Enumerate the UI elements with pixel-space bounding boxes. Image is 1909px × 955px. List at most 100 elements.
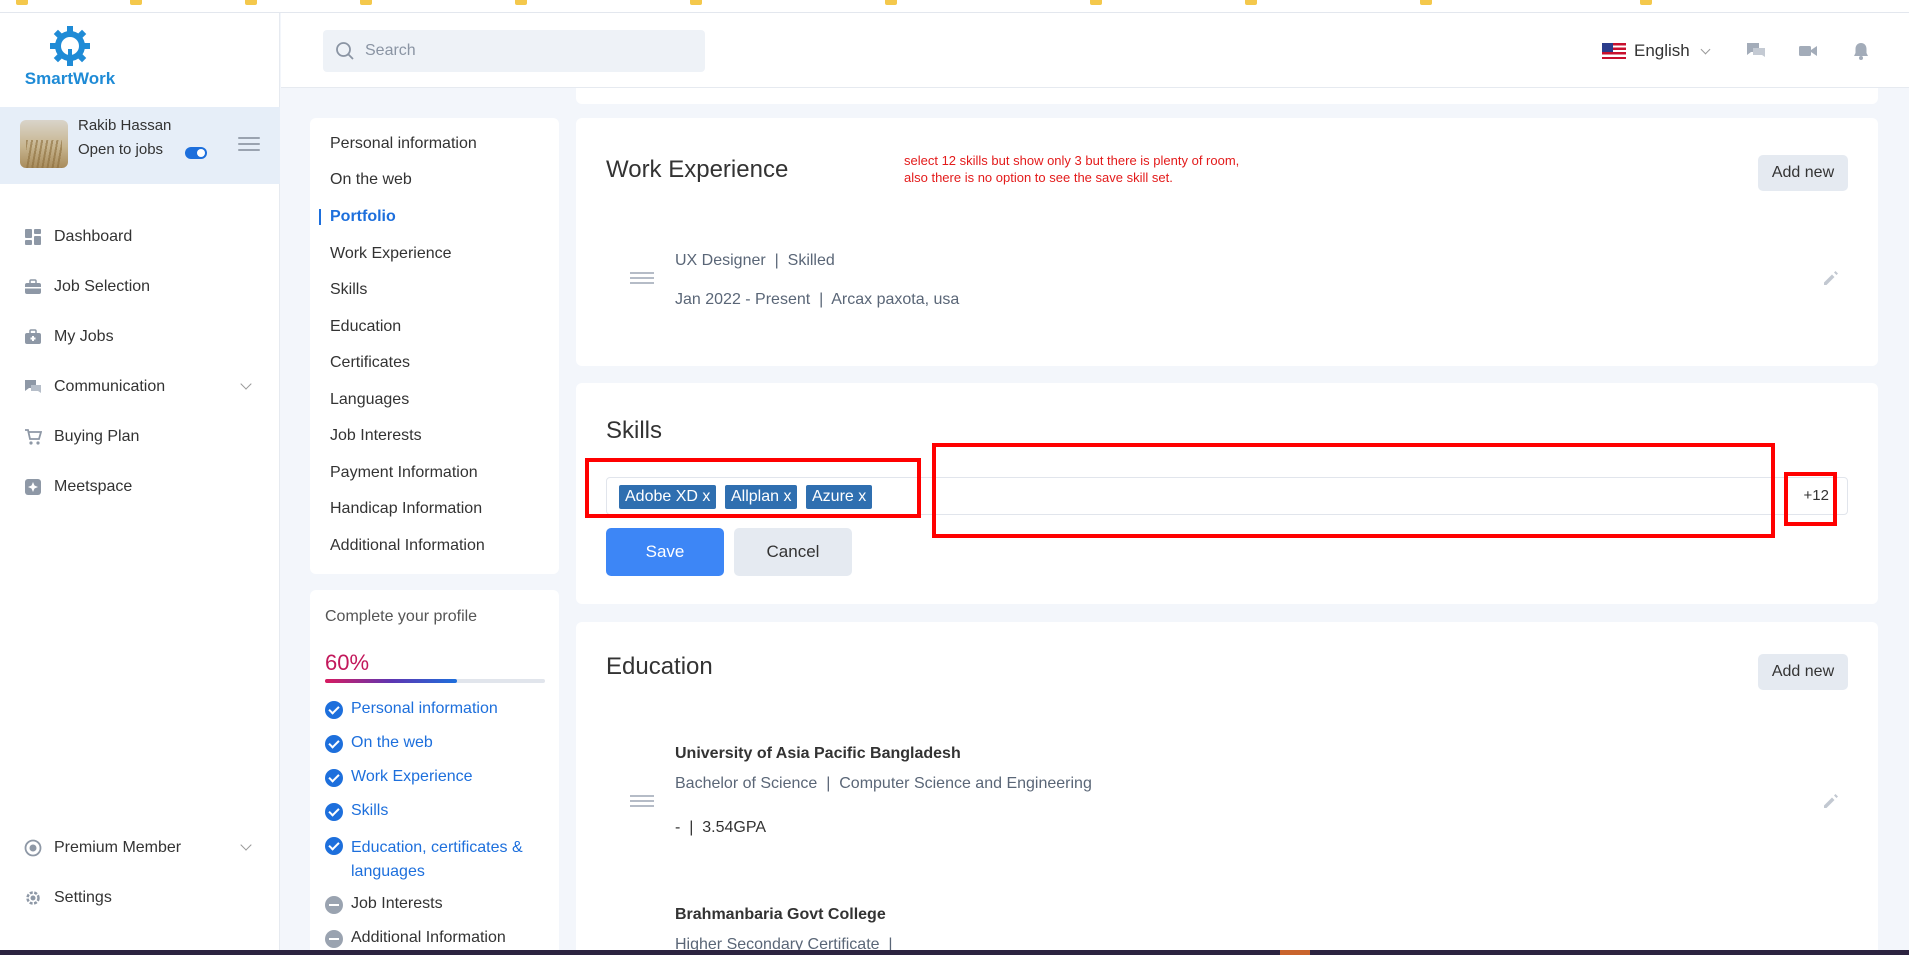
completion-item-job-interests[interactable]: Job Interests <box>325 895 443 914</box>
completion-item-skills[interactable]: Skills <box>325 802 388 821</box>
gear-logo-icon <box>50 26 90 66</box>
completion-item-on-the-web[interactable]: On the web <box>325 734 433 753</box>
education-detail: - | 3.54GPA <box>675 819 767 836</box>
section-link-education[interactable]: Education <box>330 318 401 336</box>
completion-item-work-experience[interactable]: Work Experience <box>325 768 473 787</box>
bookmark-folder-icon[interactable] <box>1090 0 1102 5</box>
bookmark-folder-icon[interactable] <box>885 0 897 5</box>
jobs-bag-icon <box>25 329 41 344</box>
meetspace-icon <box>25 479 41 495</box>
section-link-work-experience[interactable]: Work Experience <box>330 245 452 263</box>
annotation-line: also there is no option to see the save … <box>904 169 1173 185</box>
work-experience-title: Work Experience <box>606 156 789 183</box>
sidebar-item-settings[interactable]: Settings <box>0 883 280 913</box>
bookmark-folder-icon[interactable] <box>515 0 527 5</box>
avatar[interactable] <box>20 120 68 168</box>
section-link-additional-information[interactable]: Additional Information <box>330 537 485 555</box>
messages-icon[interactable] <box>1745 40 1767 62</box>
completion-item-label: Skills <box>351 802 389 819</box>
logo-text: SmartWork <box>24 69 116 88</box>
taskbar-active-app[interactable] <box>1280 950 1310 955</box>
section-link-skills[interactable]: Skills <box>330 281 367 299</box>
minus-circle-icon <box>325 896 343 914</box>
section-link-job-interests[interactable]: Job Interests <box>330 427 422 445</box>
section-link-payment-information[interactable]: Payment Information <box>330 464 478 482</box>
completion-item-label: Job Interests <box>351 895 443 912</box>
search-input[interactable] <box>365 30 685 72</box>
drag-handle-icon[interactable] <box>630 795 654 807</box>
language-selector[interactable]: English <box>1602 40 1711 62</box>
annotation-highlight-chips <box>585 458 921 518</box>
browser-bookmark-bar <box>0 0 1909 13</box>
sidebar-item-label: Premium Member <box>54 839 182 856</box>
sidebar-item-meetspace[interactable]: Meetspace <box>0 472 280 502</box>
completion-percent: 60% <box>325 650 370 675</box>
sidebar-item-dashboard[interactable]: Dashboard <box>0 222 280 252</box>
work-experience-card: Work Experience select 12 skills but sho… <box>576 118 1878 366</box>
smartwork-logo[interactable]: SmartWork <box>20 21 120 89</box>
dashboard-icon <box>25 229 41 245</box>
completion-item-label: Work Experience <box>351 768 473 785</box>
completion-item-additional-information[interactable]: Additional Information <box>325 929 506 948</box>
check-circle-icon <box>325 837 343 855</box>
chevron-down-icon[interactable] <box>240 839 252 851</box>
add-work-experience-button[interactable]: Add new <box>1758 155 1848 191</box>
notification-bell-icon[interactable] <box>1850 40 1872 62</box>
completion-progress-fill <box>325 679 457 683</box>
sidebar-item-communication[interactable]: Communication <box>0 372 280 402</box>
sidebar-item-label: Meetspace <box>54 478 133 495</box>
section-link-personal-information[interactable]: Personal information <box>330 135 477 153</box>
skills-title: Skills <box>606 417 663 444</box>
education-school: Brahmanbaria Govt College <box>675 906 886 923</box>
sidebar-item-my-jobs[interactable]: My Jobs <box>0 322 280 352</box>
bookmark-folder-icon[interactable] <box>1640 0 1652 5</box>
previous-section-card <box>576 88 1878 104</box>
user-name: Rakib Hassan <box>78 117 172 134</box>
education-degree: Bachelor of Science | Computer Science a… <box>675 775 1092 792</box>
language-label: English <box>1634 41 1690 60</box>
sidebar-item-label: Settings <box>54 889 112 906</box>
check-circle-icon <box>325 803 343 821</box>
bookmark-folder-icon[interactable] <box>1245 0 1257 5</box>
sidebar-item-premium-member[interactable]: Premium Member <box>0 833 280 863</box>
add-education-button[interactable]: Add new <box>1758 654 1848 690</box>
completion-item-personal-information[interactable]: Personal information <box>325 700 498 719</box>
section-link-on-the-web[interactable]: On the web <box>330 171 412 189</box>
completion-item-label-line2: languages <box>351 863 425 880</box>
briefcase-icon <box>25 279 41 294</box>
annotation-highlight-empty-space <box>932 443 1775 538</box>
user-profile-card[interactable]: Rakib Hassan Open to jobs <box>0 107 280 184</box>
open-to-jobs-toggle[interactable] <box>185 147 207 159</box>
bookmark-folder-icon[interactable] <box>690 0 702 5</box>
section-link-portfolio[interactable]: Portfolio <box>330 208 396 226</box>
section-link-certificates[interactable]: Certificates <box>330 354 410 372</box>
video-call-icon[interactable] <box>1797 40 1819 62</box>
bookmark-folder-icon[interactable] <box>245 0 257 5</box>
edit-pencil-icon[interactable] <box>1822 269 1840 287</box>
completion-item-education[interactable]: Education, certificates & languages <box>325 836 523 884</box>
menu-icon[interactable] <box>238 137 260 151</box>
bookmark-folder-icon[interactable] <box>360 0 372 5</box>
annotation-highlight-more-count <box>1784 472 1837 526</box>
completion-item-label: Additional Information <box>351 929 506 946</box>
completion-title: Complete your profile <box>325 608 478 625</box>
education-school: University of Asia Pacific Bangladesh <box>675 745 961 762</box>
completion-item-label: Personal information <box>351 700 498 717</box>
drag-handle-icon[interactable] <box>630 272 654 284</box>
section-link-handicap-information[interactable]: Handicap Information <box>330 500 482 518</box>
sidebar-item-job-selection[interactable]: Job Selection <box>0 272 280 302</box>
completion-progress-bar <box>325 679 545 683</box>
edit-pencil-icon[interactable] <box>1822 792 1840 810</box>
chevron-down-icon[interactable] <box>240 378 252 390</box>
section-link-languages[interactable]: Languages <box>330 391 409 409</box>
work-entry-title: UX Designer | Skilled <box>675 252 835 269</box>
bookmark-folder-icon[interactable] <box>130 0 142 5</box>
sidebar-item-label: My Jobs <box>54 328 114 345</box>
save-skills-button[interactable]: Save <box>606 528 724 576</box>
search-bar[interactable] <box>323 30 705 72</box>
bookmark-folder-icon[interactable] <box>16 0 28 5</box>
cancel-skills-button[interactable]: Cancel <box>734 528 852 576</box>
sidebar-item-buying-plan[interactable]: Buying Plan <box>0 422 280 452</box>
bookmark-folder-icon[interactable] <box>1420 0 1432 5</box>
check-circle-icon <box>325 735 343 753</box>
